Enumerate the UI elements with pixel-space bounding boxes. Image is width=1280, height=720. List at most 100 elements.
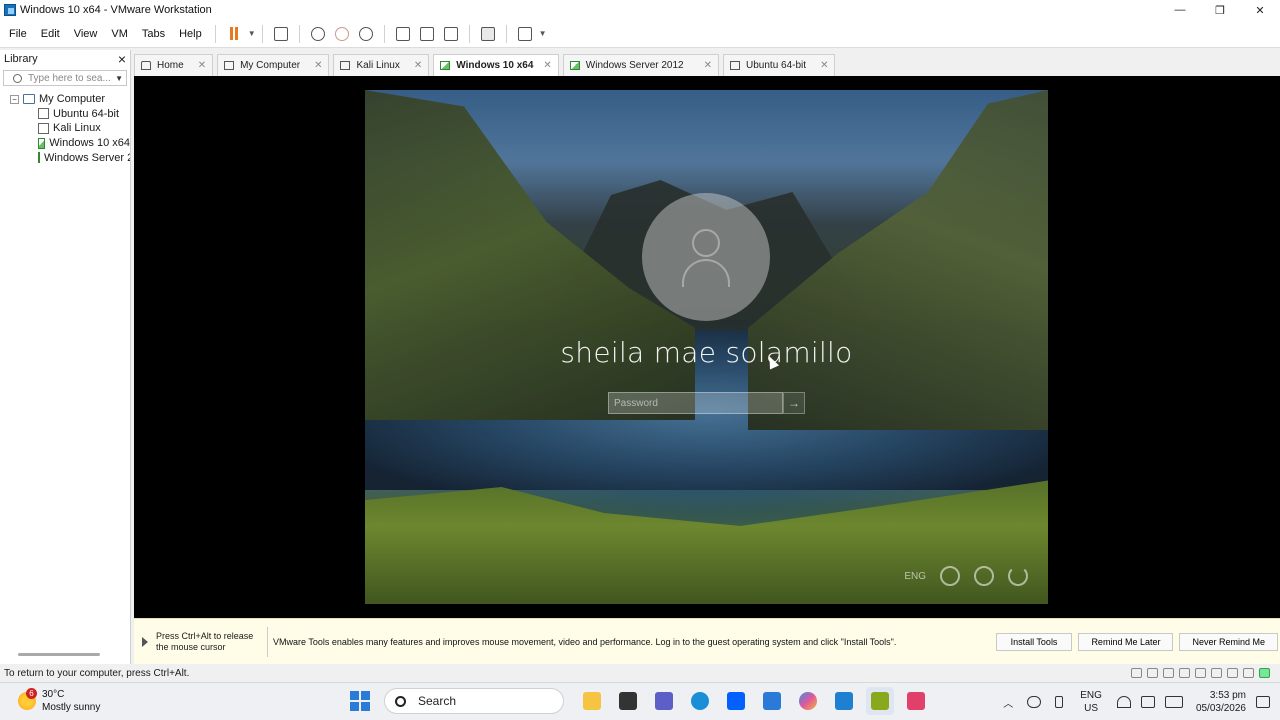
vm-console[interactable]: sheila mae solamillo → ENG bbox=[134, 76, 1280, 618]
toolbar-separator bbox=[298, 24, 300, 43]
microphone-icon[interactable] bbox=[1055, 696, 1064, 708]
start-button[interactable] bbox=[350, 691, 370, 711]
menu-help[interactable]: Help bbox=[172, 28, 209, 40]
tab-windows-server[interactable]: Windows Server 2012 ✕ bbox=[562, 54, 720, 76]
send-ctrl-alt-del-button[interactable] bbox=[270, 23, 292, 45]
display-icon[interactable] bbox=[1227, 668, 1238, 678]
accessibility-icon[interactable] bbox=[974, 566, 994, 586]
pause-button[interactable] bbox=[223, 23, 245, 45]
user-avatar bbox=[642, 193, 770, 321]
library-close-button[interactable]: × bbox=[118, 51, 126, 67]
cd-dvd-icon[interactable] bbox=[1147, 668, 1158, 678]
wifi-icon[interactable] bbox=[1116, 696, 1131, 708]
network-icon[interactable] bbox=[940, 566, 960, 586]
tab-kali-linux[interactable]: Kali Linux ✕ bbox=[333, 54, 430, 76]
library-search[interactable]: Type here to sea... ▼ bbox=[3, 70, 127, 86]
menu-view[interactable]: View bbox=[67, 28, 105, 40]
file-explorer-icon[interactable] bbox=[578, 687, 606, 715]
close-tab-icon[interactable]: ✕ bbox=[820, 60, 828, 71]
menu-vm[interactable]: VM bbox=[104, 28, 135, 40]
pause-dropdown-icon[interactable]: ▼ bbox=[248, 29, 256, 38]
revert-snapshot-button[interactable] bbox=[331, 23, 353, 45]
submit-arrow-button[interactable]: → bbox=[783, 392, 805, 414]
teams-icon[interactable] bbox=[650, 687, 678, 715]
message-icon[interactable] bbox=[1243, 668, 1254, 678]
menu-tabs[interactable]: Tabs bbox=[135, 28, 172, 40]
windows-logo-icon bbox=[350, 691, 359, 700]
vm-running-icon bbox=[569, 61, 580, 70]
copilot-icon[interactable] bbox=[794, 687, 822, 715]
usb-icon[interactable] bbox=[1179, 668, 1190, 678]
clock[interactable]: 3:53 pm 05/03/2026 bbox=[1196, 689, 1246, 715]
app-glyph bbox=[619, 692, 637, 710]
hard-disk-icon[interactable] bbox=[1131, 668, 1142, 678]
menu-edit[interactable]: Edit bbox=[34, 28, 67, 40]
toolbar-separator bbox=[214, 24, 216, 43]
sound-icon[interactable] bbox=[1195, 668, 1206, 678]
tree-item-ubuntu[interactable]: Ubuntu 64-bit bbox=[0, 107, 130, 122]
chevron-up-icon[interactable]: ︿ bbox=[1003, 695, 1013, 710]
full-screen-button[interactable] bbox=[440, 23, 462, 45]
stretch-dropdown-icon[interactable]: ▼ bbox=[539, 29, 547, 38]
maximize-button[interactable]: ❐ bbox=[1200, 0, 1240, 20]
tab-ubuntu[interactable]: Ubuntu 64-bit ✕ bbox=[723, 54, 836, 76]
vmware-taskbar-icon[interactable] bbox=[866, 687, 894, 715]
tree-item-label: Kali Linux bbox=[53, 122, 101, 135]
tab-home[interactable]: Home ✕ bbox=[134, 54, 214, 76]
close-button[interactable]: ✕ bbox=[1240, 0, 1280, 20]
input-language[interactable]: ENG bbox=[904, 571, 926, 582]
weather-widget[interactable]: 6 30°C Mostly sunny bbox=[18, 688, 100, 714]
snipping-tool-icon[interactable] bbox=[902, 687, 930, 715]
guest-lock-screen[interactable]: sheila mae solamillo → ENG bbox=[365, 90, 1048, 604]
menu-file[interactable]: File bbox=[2, 28, 34, 40]
stretch-guest-button[interactable] bbox=[514, 23, 536, 45]
thumbnail-bar-button[interactable] bbox=[416, 23, 438, 45]
onedrive-icon[interactable] bbox=[1027, 696, 1042, 708]
amazon-icon[interactable] bbox=[614, 687, 642, 715]
console-view-button[interactable] bbox=[477, 23, 499, 45]
never-remind-button[interactable]: Never Remind Me bbox=[1179, 632, 1278, 651]
library-search-placeholder: Type here to sea... bbox=[28, 72, 111, 84]
snapshot-manager-button[interactable] bbox=[355, 23, 377, 45]
tree-item-kali[interactable]: Kali Linux bbox=[0, 121, 130, 136]
password-field[interactable] bbox=[608, 392, 783, 414]
edge-icon[interactable] bbox=[686, 687, 714, 715]
tab-my-computer[interactable]: My Computer ✕ bbox=[217, 54, 330, 76]
printer-icon[interactable] bbox=[1211, 668, 1222, 678]
tab-label: My Computer bbox=[240, 60, 301, 71]
snapshot-button[interactable] bbox=[307, 23, 329, 45]
temperature: 30°C bbox=[42, 689, 65, 700]
notification-message: VMware Tools enables many features and i… bbox=[273, 636, 897, 647]
remind-later-button[interactable]: Remind Me Later bbox=[1078, 632, 1174, 651]
close-tab-icon[interactable]: ✕ bbox=[543, 60, 551, 71]
close-tab-icon[interactable]: ✕ bbox=[314, 60, 322, 71]
toolbar-separator bbox=[505, 24, 507, 43]
close-tab-icon[interactable]: ✕ bbox=[198, 60, 206, 71]
notifications-icon[interactable] bbox=[1256, 696, 1270, 708]
tree-item-windows-server[interactable]: Windows Server 2012 bbox=[0, 150, 130, 165]
chevron-down-icon[interactable]: ▼ bbox=[115, 74, 123, 83]
input-language-indicator[interactable]: ENG US bbox=[1080, 689, 1102, 715]
tab-windows-10[interactable]: Windows 10 x64 ✕ bbox=[433, 54, 559, 76]
close-tab-icon[interactable]: ✕ bbox=[414, 60, 422, 71]
volume-muted-icon[interactable] bbox=[1140, 696, 1155, 708]
battery-icon[interactable] bbox=[1164, 696, 1183, 708]
taskbar-search[interactable]: Search bbox=[384, 688, 564, 714]
close-tab-icon[interactable]: ✕ bbox=[704, 60, 712, 71]
power-icon[interactable] bbox=[1008, 566, 1028, 586]
thumbnail-icon bbox=[419, 26, 434, 41]
dropbox-icon[interactable] bbox=[722, 687, 750, 715]
vm-status-icon[interactable] bbox=[1259, 668, 1270, 678]
library-scrollbar[interactable] bbox=[18, 653, 100, 656]
collapse-icon[interactable]: − bbox=[10, 94, 19, 104]
clock-date: 05/03/2026 bbox=[1195, 703, 1246, 714]
tree-item-my-computer[interactable]: − My Computer bbox=[0, 92, 130, 107]
install-tools-button[interactable]: Install Tools bbox=[995, 632, 1073, 651]
show-library-button[interactable] bbox=[392, 23, 414, 45]
network-adapter-icon[interactable] bbox=[1163, 668, 1174, 678]
store-icon[interactable] bbox=[758, 687, 786, 715]
tree-item-windows-10[interactable]: Windows 10 x64 bbox=[0, 136, 130, 151]
weather-text: 30°C Mostly sunny bbox=[42, 688, 100, 714]
minimize-button[interactable]: — bbox=[1160, 0, 1200, 20]
vscode-icon[interactable] bbox=[830, 687, 858, 715]
